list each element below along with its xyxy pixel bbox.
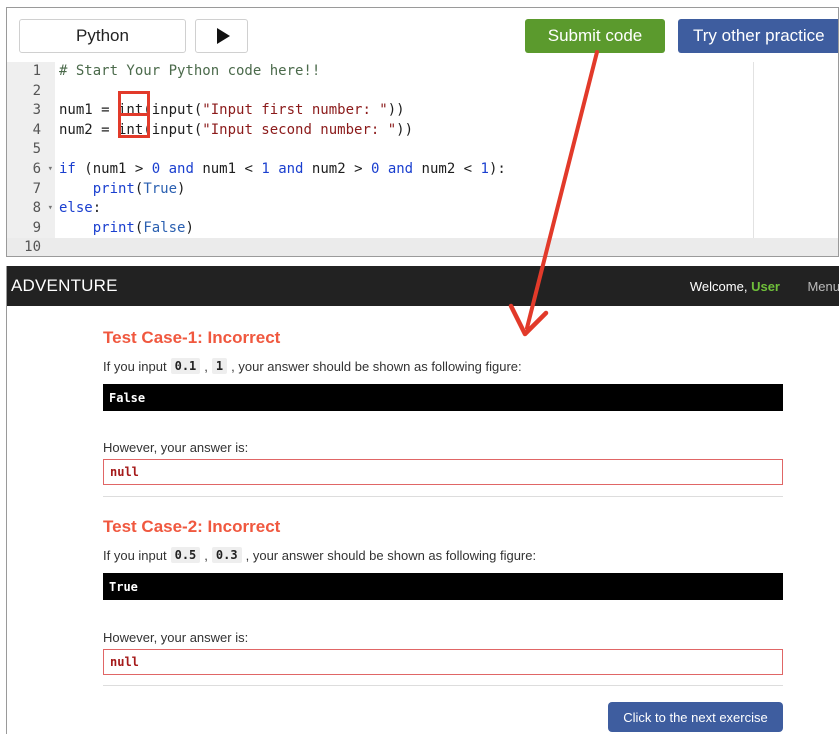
code-text: if (num1 > 0 and num1 < 1 and num2 > 0 a…: [59, 160, 506, 180]
code-text: num2 = int(input("Input second number: "…: [59, 121, 413, 141]
brand-logo[interactable]: ADVENTURE: [11, 276, 118, 296]
line-number: 10: [24, 239, 41, 256]
code-token: 1: [261, 161, 270, 177]
code-token: num2 <: [413, 161, 481, 177]
line-number: 4: [32, 121, 41, 138]
run-button[interactable]: [195, 19, 248, 53]
input-value: 0.1: [170, 358, 201, 374]
however-label: However, your answer is:: [103, 440, 249, 455]
code-token: )): [387, 102, 405, 119]
divider: [103, 496, 783, 497]
actual-answer: null: [103, 459, 783, 485]
code-token: print: [92, 219, 135, 236]
line-number: 5: [32, 141, 41, 158]
code-text: print(False): [59, 219, 194, 239]
code-token: )): [396, 121, 414, 138]
expected-output: False: [103, 384, 783, 411]
code-line[interactable]: 5: [7, 140, 838, 160]
annotation-highlight-box: [118, 113, 150, 138]
code-editor-panel: Python Submit code Try other practice 1 #…: [6, 7, 839, 257]
try-other-practice-button[interactable]: Try other practice: [678, 19, 838, 53]
however-label: However, your answer is:: [103, 630, 249, 645]
code-editor[interactable]: 1 # Start Your Python code here!! 2 3 num1 =…: [7, 62, 838, 256]
code-token: "Input second number: ": [202, 121, 397, 138]
input-value: 0.3: [211, 547, 242, 563]
code-token: (num1 >: [75, 161, 152, 177]
desc-suffix: , your answer should be shown as followi…: [245, 547, 537, 563]
code-token: 1: [480, 161, 489, 177]
welcome-text: Welcome, User: [690, 279, 780, 294]
play-icon: [216, 28, 230, 44]
code-token: ): [185, 219, 194, 236]
code-token: ): [177, 180, 186, 197]
test-case-description: If you input 0.5 , 0.3 , your answer sho…: [103, 547, 783, 563]
language-selector[interactable]: Python: [19, 19, 186, 53]
results-panel: ADVENTURE Welcome, User Menu Test Case-1…: [6, 266, 839, 734]
line-number: 9: [32, 219, 41, 236]
test-case-description: If you input 0.1 , 1 , your answer shoul…: [103, 358, 783, 374]
code-text: else:: [59, 199, 101, 219]
desc-comma: ,: [204, 358, 208, 374]
code-token: and: [387, 161, 414, 177]
menu-link[interactable]: Menu: [807, 279, 839, 294]
code-token: :: [92, 200, 102, 217]
test-case-title: Test Case-1: Incorrect: [103, 328, 783, 348]
line-number: 2: [32, 82, 41, 99]
welcome-prefix: Welcome,: [689, 278, 748, 294]
user-link[interactable]: User: [751, 279, 780, 294]
code-token: and: [278, 161, 304, 177]
desc-comma: ,: [204, 547, 208, 563]
code-line[interactable]: 10: [7, 238, 838, 256]
code-token: num2 >: [303, 161, 371, 177]
line-number: 6: [7, 160, 55, 180]
code-line[interactable]: 9 print(False): [7, 219, 838, 239]
desc-suffix: , your answer should be shown as followi…: [231, 358, 522, 374]
code-token: num1 <: [193, 161, 262, 177]
code-token: if: [59, 161, 76, 177]
test-case-title-text: Test Case-2: Incorrect: [103, 517, 281, 536]
code-token: print: [92, 180, 135, 197]
code-line[interactable]: 7 print(True): [7, 180, 838, 200]
code-token: 0: [151, 161, 161, 177]
actual-answer: null: [103, 649, 783, 675]
line-number: 8: [7, 199, 55, 219]
expected-output: True: [103, 573, 783, 600]
test-case-title: Test Case-2: Incorrect: [103, 517, 783, 537]
code-token: False: [143, 219, 186, 236]
code-line[interactable]: 6if (num1 > 0 and num1 < 1 and num2 > 0 …: [7, 160, 838, 180]
code-line[interactable]: 1 # Start Your Python code here!!: [7, 62, 838, 82]
code-token: ):: [488, 161, 506, 177]
line-number: 1: [32, 63, 41, 79]
code-text: # Start Your Python code here!!: [59, 62, 320, 82]
submit-code-button[interactable]: Submit code: [525, 19, 665, 53]
input-value: 1: [211, 358, 228, 374]
input-value: 0.5: [170, 547, 201, 563]
navbar: ADVENTURE Welcome, User Menu: [7, 266, 839, 306]
code-token: True: [143, 180, 178, 197]
line-number: 3: [32, 102, 41, 119]
line-number: 7: [32, 180, 41, 197]
next-exercise-button[interactable]: Click to the next exercise: [608, 702, 783, 732]
code-token: # Start Your Python code here!!: [59, 63, 321, 79]
code-line[interactable]: 8else:: [7, 199, 838, 219]
code-token: and: [168, 161, 194, 177]
code-text: print(True): [59, 180, 186, 200]
code-text: num1 = int(input("Input first number: ")…: [59, 101, 405, 121]
test-case-title-text: Test Case-1: Incorrect: [103, 328, 281, 347]
code-token: else: [59, 200, 93, 217]
divider: [103, 685, 783, 686]
desc-prefix: If you input: [103, 547, 167, 563]
desc-prefix: If you input: [103, 358, 167, 374]
code-token: "Input first number: ": [202, 102, 388, 119]
